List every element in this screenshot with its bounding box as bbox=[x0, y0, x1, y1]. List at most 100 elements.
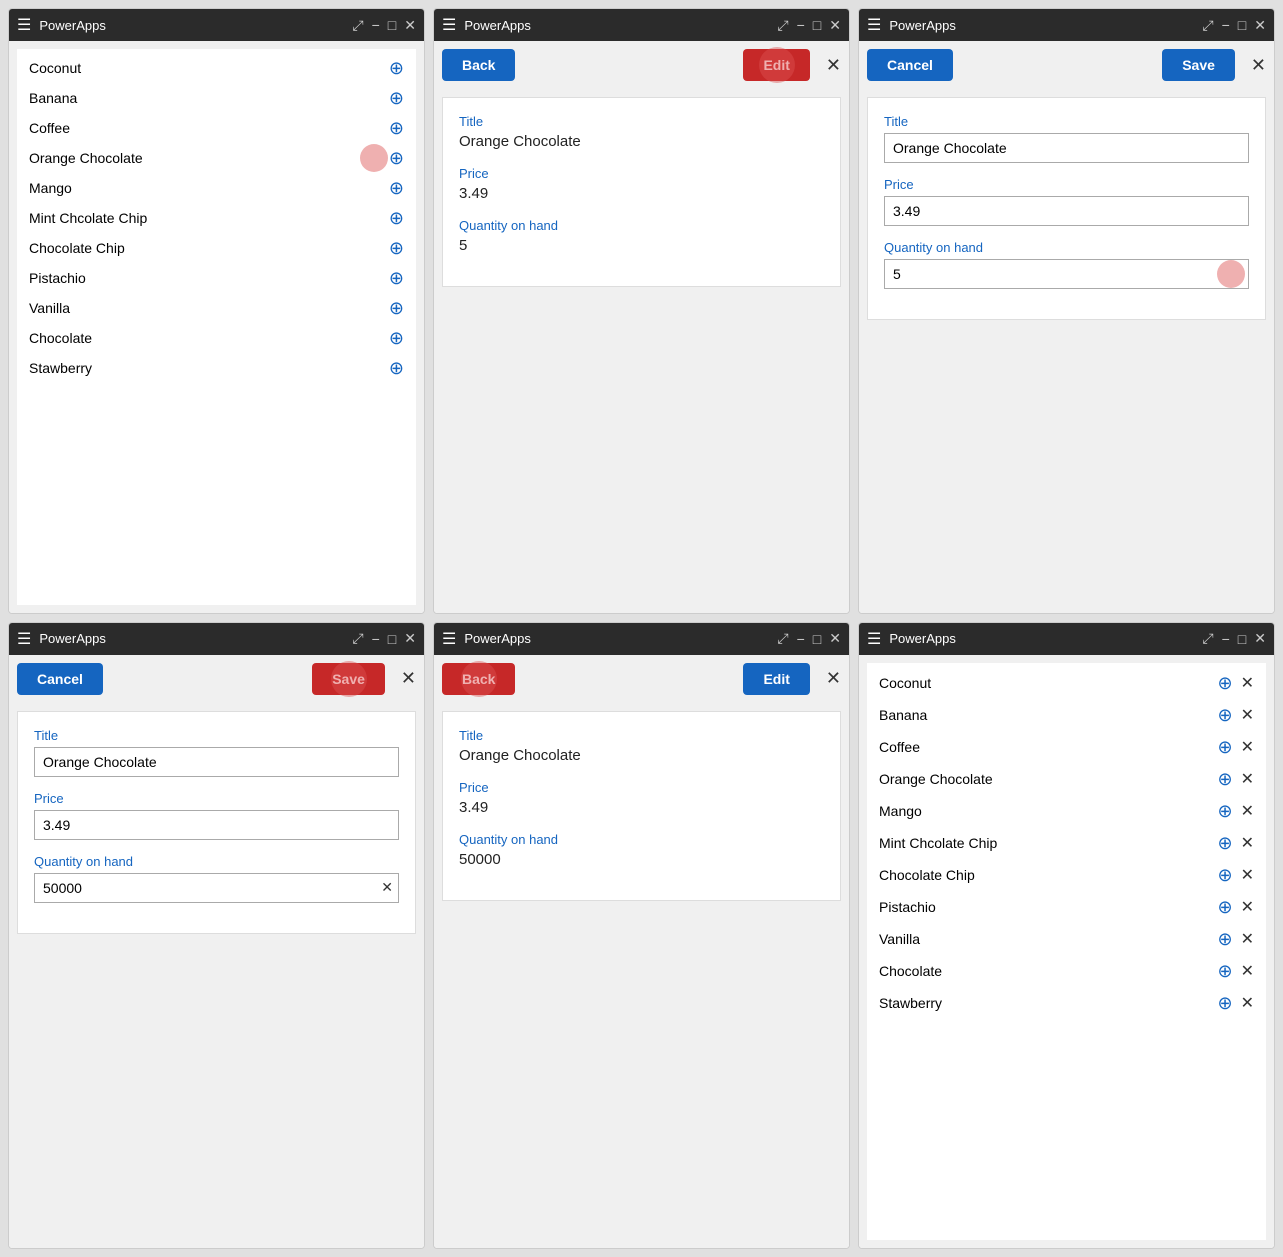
list-item-orange-chocolate[interactable]: Orange Chocolate ⊕ bbox=[17, 143, 416, 173]
qty-clear-4[interactable]: ✕ bbox=[381, 879, 393, 896]
minimize-icon-2[interactable]: − bbox=[797, 17, 805, 33]
list-close-icon[interactable]: ✕ bbox=[1241, 737, 1254, 757]
close-icon-3[interactable]: ✕ bbox=[1254, 17, 1266, 34]
list-close-icon[interactable]: ✕ bbox=[1241, 993, 1254, 1013]
minimize-icon-1[interactable]: − bbox=[372, 17, 380, 33]
list-item[interactable]: Stawberry ⊕ bbox=[17, 353, 416, 383]
edit-button-5[interactable]: Edit bbox=[743, 663, 809, 695]
list-item[interactable]: Orange Chocolate ⊕ ✕ bbox=[867, 763, 1266, 795]
maximize-icon-5[interactable]: □ bbox=[813, 631, 821, 647]
minimize-icon-4[interactable]: − bbox=[372, 631, 380, 647]
maximize-icon-6[interactable]: □ bbox=[1238, 631, 1246, 647]
nav-icon[interactable]: ⊕ bbox=[389, 209, 404, 227]
list-item[interactable]: Mango ⊕ bbox=[17, 173, 416, 203]
list-item[interactable]: Coffee ⊕ bbox=[17, 113, 416, 143]
expand-icon-6[interactable]: ⤢ bbox=[1202, 630, 1213, 647]
expand-icon-4[interactable]: ⤢ bbox=[352, 630, 363, 647]
nav-icon[interactable]: ⊕ bbox=[389, 239, 404, 257]
nav-icon[interactable]: ⊕ bbox=[389, 329, 404, 347]
list-item[interactable]: Vanilla ⊕ ✕ bbox=[867, 923, 1266, 955]
save-button-4[interactable]: Save bbox=[312, 663, 385, 695]
hamburger-icon-3[interactable]: ☰ bbox=[867, 15, 881, 35]
nav-icon[interactable]: ⊕ bbox=[389, 59, 404, 77]
nav-icon[interactable]: ⊕ bbox=[389, 269, 404, 287]
title-input-4[interactable] bbox=[34, 747, 399, 777]
close-detail-5[interactable]: ✕ bbox=[826, 668, 841, 689]
list-close-icon[interactable]: ✕ bbox=[1241, 961, 1254, 981]
list-close-icon[interactable]: ✕ bbox=[1241, 833, 1254, 853]
list-item[interactable]: Pistachio ⊕ ✕ bbox=[867, 891, 1266, 923]
list-close-icon[interactable]: ✕ bbox=[1241, 769, 1254, 789]
back-button-5[interactable]: Back bbox=[442, 663, 515, 695]
nav-icon[interactable]: ⊕ bbox=[389, 359, 404, 377]
expand-icon-1[interactable]: ⤢ bbox=[352, 17, 363, 34]
list-item[interactable]: Mango ⊕ ✕ bbox=[867, 795, 1266, 827]
list-item[interactable]: Coconut ⊕ bbox=[17, 53, 416, 83]
cancel-button-3[interactable]: Cancel bbox=[867, 49, 953, 81]
nav-icon[interactable]: ⊕ bbox=[1218, 674, 1233, 692]
close-icon-1[interactable]: ✕ bbox=[404, 17, 416, 34]
nav-icon[interactable]: ⊕ bbox=[1218, 994, 1233, 1012]
list-close-icon[interactable]: ✕ bbox=[1241, 705, 1254, 725]
list-close-icon[interactable]: ✕ bbox=[1241, 673, 1254, 693]
list-item[interactable]: Chocolate ⊕ bbox=[17, 323, 416, 353]
list-close-icon[interactable]: ✕ bbox=[1241, 897, 1254, 917]
maximize-icon-1[interactable]: □ bbox=[388, 17, 396, 33]
close-icon-5[interactable]: ✕ bbox=[829, 630, 841, 647]
nav-icon[interactable]: ⊕ bbox=[389, 119, 404, 137]
nav-icon[interactable]: ⊕ bbox=[1218, 706, 1233, 724]
minimize-icon-5[interactable]: − bbox=[797, 631, 805, 647]
expand-icon-3[interactable]: ⤢ bbox=[1202, 17, 1213, 34]
close-icon-6[interactable]: ✕ bbox=[1254, 630, 1266, 647]
close-detail-2[interactable]: ✕ bbox=[826, 55, 841, 76]
nav-icon[interactable]: ⊕ bbox=[1218, 802, 1233, 820]
expand-icon-2[interactable]: ⤢ bbox=[777, 17, 788, 34]
list-close-icon[interactable]: ✕ bbox=[1241, 865, 1254, 885]
nav-icon[interactable]: ⊕ bbox=[1218, 962, 1233, 980]
title-input-3[interactable] bbox=[884, 133, 1249, 163]
maximize-icon-4[interactable]: □ bbox=[388, 631, 396, 647]
list-item[interactable]: Chocolate Chip ⊕ bbox=[17, 233, 416, 263]
nav-icon[interactable]: ⊕ bbox=[389, 299, 404, 317]
list-close-icon[interactable]: ✕ bbox=[1241, 929, 1254, 949]
hamburger-icon-4[interactable]: ☰ bbox=[17, 629, 31, 649]
list-item[interactable]: Chocolate Chip ⊕ ✕ bbox=[867, 859, 1266, 891]
save-button-3[interactable]: Save bbox=[1162, 49, 1235, 81]
maximize-icon-2[interactable]: □ bbox=[813, 17, 821, 33]
price-input-3[interactable] bbox=[884, 196, 1249, 226]
maximize-icon-3[interactable]: □ bbox=[1238, 17, 1246, 33]
cancel-button-4[interactable]: Cancel bbox=[17, 663, 103, 695]
list-item[interactable]: Banana ⊕ bbox=[17, 83, 416, 113]
expand-icon-5[interactable]: ⤢ bbox=[777, 630, 788, 647]
edit-button-2[interactable]: Edit bbox=[743, 49, 809, 81]
back-button-2[interactable]: Back bbox=[442, 49, 515, 81]
list-item[interactable]: Pistachio ⊕ bbox=[17, 263, 416, 293]
nav-icon[interactable]: ⊕ bbox=[389, 89, 404, 107]
nav-icon[interactable]: ⊕ bbox=[1218, 898, 1233, 916]
list-item[interactable]: Mint Chcolate Chip ⊕ ✕ bbox=[867, 827, 1266, 859]
list-close-icon[interactable]: ✕ bbox=[1241, 801, 1254, 821]
close-edit-3[interactable]: ✕ bbox=[1251, 55, 1266, 76]
qty-input-4[interactable] bbox=[34, 873, 399, 903]
close-icon-2[interactable]: ✕ bbox=[829, 17, 841, 34]
list-item[interactable]: Coffee ⊕ ✕ bbox=[867, 731, 1266, 763]
close-edit-4[interactable]: ✕ bbox=[401, 668, 416, 689]
list-item[interactable]: Chocolate ⊕ ✕ bbox=[867, 955, 1266, 987]
hamburger-icon-1[interactable]: ☰ bbox=[17, 15, 31, 35]
hamburger-icon-5[interactable]: ☰ bbox=[442, 629, 456, 649]
nav-icon[interactable]: ⊕ bbox=[389, 179, 404, 197]
nav-icon[interactable]: ⊕ bbox=[1218, 738, 1233, 756]
qty-input-3[interactable] bbox=[884, 259, 1249, 289]
nav-icon[interactable]: ⊕ bbox=[389, 149, 404, 167]
list-item[interactable]: Mint Chcolate Chip ⊕ bbox=[17, 203, 416, 233]
minimize-icon-3[interactable]: − bbox=[1222, 17, 1230, 33]
nav-icon[interactable]: ⊕ bbox=[1218, 770, 1233, 788]
nav-icon[interactable]: ⊕ bbox=[1218, 834, 1233, 852]
price-input-4[interactable] bbox=[34, 810, 399, 840]
nav-icon[interactable]: ⊕ bbox=[1218, 930, 1233, 948]
hamburger-icon-2[interactable]: ☰ bbox=[442, 15, 456, 35]
list-item[interactable]: Banana ⊕ ✕ bbox=[867, 699, 1266, 731]
list-item[interactable]: Coconut ⊕ ✕ bbox=[867, 667, 1266, 699]
minimize-icon-6[interactable]: − bbox=[1222, 631, 1230, 647]
hamburger-icon-6[interactable]: ☰ bbox=[867, 629, 881, 649]
